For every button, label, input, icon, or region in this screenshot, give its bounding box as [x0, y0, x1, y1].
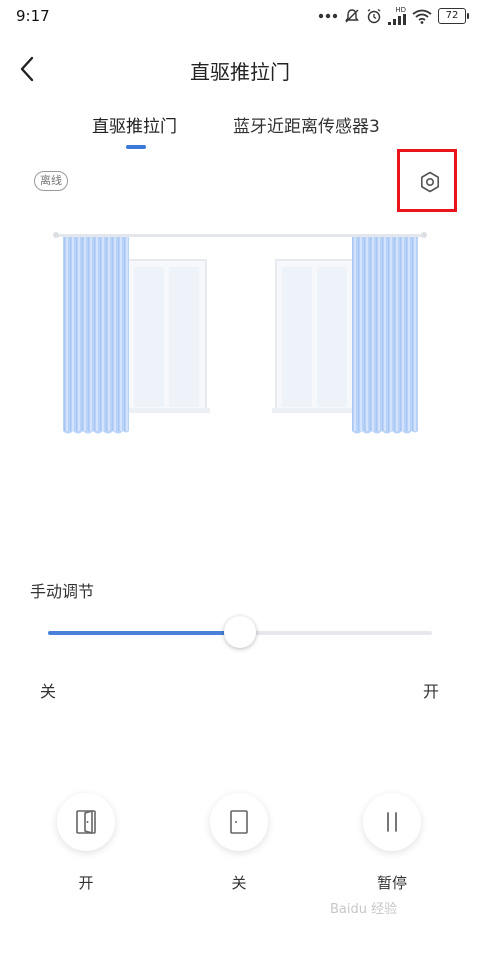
- close-label: 关: [231, 874, 247, 892]
- slider-max-label: 开: [423, 682, 440, 701]
- more-dots-icon: [318, 13, 338, 19]
- pause-icon: [387, 812, 397, 832]
- status-badge: 离线: [34, 171, 68, 191]
- status-time: 9:17: [16, 7, 50, 25]
- door-closed-icon: [230, 810, 248, 834]
- battery-icon: 72: [438, 8, 469, 24]
- mute-bell-icon: [345, 9, 359, 23]
- close-button[interactable]: [210, 793, 268, 851]
- signal-icon: [388, 14, 406, 25]
- wifi-icon: [412, 9, 432, 24]
- tab-indicator: [126, 145, 146, 149]
- pause-button[interactable]: [363, 793, 421, 851]
- watermark: Baidu 经验: [330, 902, 398, 917]
- gear-icon: [421, 171, 439, 193]
- slider-min-label: 关: [40, 682, 57, 701]
- door-open-icon: [76, 810, 96, 834]
- network-tag: HD: [395, 6, 406, 14]
- pause-label: 暂停: [376, 874, 407, 892]
- open-button[interactable]: [57, 793, 115, 851]
- open-label: 开: [78, 874, 94, 892]
- alarm-icon: [367, 8, 381, 24]
- manual-adjust-label: 手动调节: [30, 582, 95, 601]
- slider-thumb[interactable]: [224, 616, 256, 648]
- page-title: 直驱推拉门: [190, 60, 290, 84]
- slider-fill: [48, 631, 240, 635]
- tab-bluetooth-sensor[interactable]: 蓝牙近距离传感器3: [233, 112, 380, 137]
- curtain-illustration: [53, 232, 427, 434]
- cell-signal: HD: [388, 7, 406, 25]
- status-icons: HD 72: [318, 6, 469, 26]
- settings-button[interactable]: [416, 168, 444, 196]
- tab-curtain-door[interactable]: 直驱推拉门: [92, 112, 177, 137]
